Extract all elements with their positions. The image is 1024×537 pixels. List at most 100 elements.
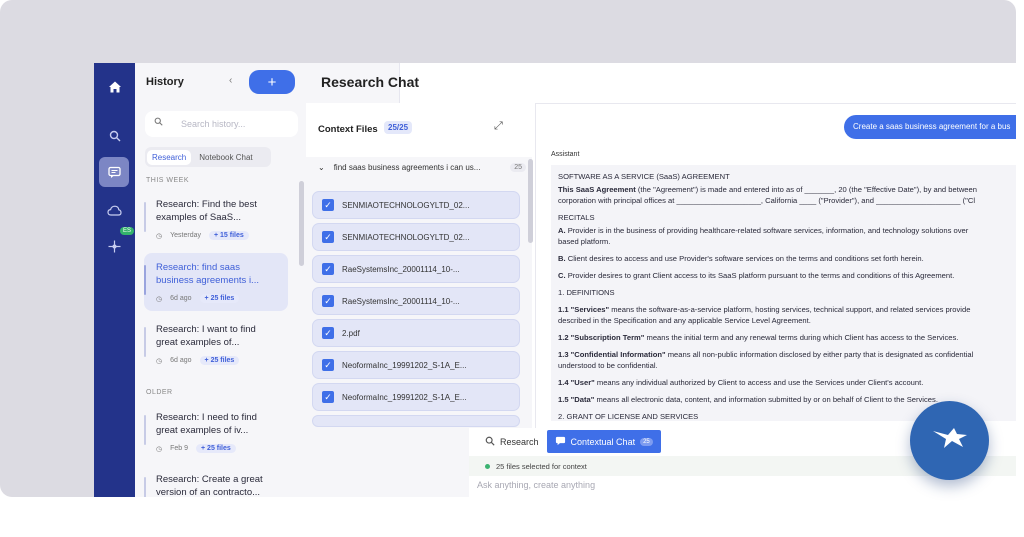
context-files-title: Context Files bbox=[318, 124, 378, 135]
history-item[interactable]: Research: Create a great version of an c… bbox=[144, 465, 288, 497]
doc-def-2: 1.2 "Subscription Term" means the initia… bbox=[558, 333, 959, 342]
history-item-indicator bbox=[144, 265, 146, 295]
history-item-title: Research: I want to find great examples … bbox=[156, 324, 256, 348]
selection-info-text: 25 files selected for context bbox=[496, 462, 587, 471]
doc-def-1: 1.1 "Services" means the software-as-a-s… bbox=[558, 305, 971, 314]
checkbox-checked-icon[interactable]: ✓ bbox=[322, 295, 334, 307]
clock-icon: ◷ bbox=[156, 232, 163, 240]
clock-icon: ◷ bbox=[156, 295, 163, 303]
checkbox-checked-icon[interactable]: ✓ bbox=[322, 231, 334, 243]
clock-icon: ◷ bbox=[156, 357, 163, 365]
doc-def-4: 1.4 "User" means any individual authoriz… bbox=[558, 378, 924, 387]
doc-recital-b: B. Client desires to access and use Prov… bbox=[558, 254, 924, 263]
checkbox-checked-icon[interactable]: ✓ bbox=[322, 199, 334, 211]
checkbox-checked-icon[interactable]: ✓ bbox=[322, 263, 334, 275]
doc-def-3b: understood to be confidential. bbox=[558, 361, 658, 370]
context-file-item-partial[interactable] bbox=[312, 415, 520, 427]
file-name: RaeSystemsInc_20001114_10-... bbox=[342, 296, 460, 306]
history-item-title: Research: find saas business agreements … bbox=[156, 262, 259, 286]
history-item[interactable]: Research: I want to find great examples … bbox=[144, 315, 288, 373]
history-search bbox=[145, 111, 298, 137]
chat-icon[interactable] bbox=[99, 157, 129, 187]
context-file-item[interactable]: ✓ SENMIAOTECHNOLOGYLTD_02... bbox=[312, 191, 520, 219]
bird-logo-icon bbox=[930, 423, 970, 458]
expand-icon[interactable]: ⤢ bbox=[494, 120, 503, 133]
floating-assistant-button[interactable] bbox=[910, 401, 989, 480]
doc-intro-line2: corporation with principal offices at __… bbox=[558, 196, 976, 205]
context-file-item[interactable]: ✓ RaeSystemsInc_20001114_10-... bbox=[312, 255, 520, 283]
collapse-chevron-icon[interactable]: ‹ bbox=[229, 75, 232, 86]
file-name: SENMIAOTECHNOLOGYLTD_02... bbox=[342, 232, 470, 242]
search-icon bbox=[154, 117, 163, 129]
history-title: History bbox=[146, 76, 184, 88]
assistant-label: Assistant bbox=[551, 151, 580, 158]
history-item-date: Yesterday bbox=[170, 232, 201, 239]
icon-rail: ES bbox=[94, 63, 135, 497]
doc-def-1b: described in the Specification and any a… bbox=[558, 316, 811, 325]
search-icon[interactable] bbox=[102, 123, 127, 148]
rail-badge: ES bbox=[120, 227, 135, 235]
doc-recital-a2: based platform. bbox=[558, 237, 611, 246]
tab-research-mode[interactable]: Research bbox=[477, 430, 547, 453]
crosshair-icon[interactable] bbox=[102, 234, 127, 259]
research-icon bbox=[485, 436, 495, 448]
history-item-indicator bbox=[144, 415, 146, 445]
history-item-indicator bbox=[144, 202, 146, 232]
context-file-item[interactable]: ✓ 2.pdf bbox=[312, 319, 520, 347]
tab-research[interactable]: Research bbox=[147, 149, 192, 165]
history-item[interactable]: Research: Find the best examples of SaaS… bbox=[144, 190, 288, 248]
file-group-label: find saas business agreements i can us..… bbox=[333, 163, 481, 172]
context-file-item[interactable]: ✓ NeoformaInc_19991202_S-1A_E... bbox=[312, 351, 520, 379]
file-name: SENMIAOTECHNOLOGYLTD_02... bbox=[342, 200, 470, 210]
new-chat-button[interactable]: + bbox=[249, 70, 295, 94]
file-group-count: 25 bbox=[510, 163, 526, 172]
tab-contextual-chat-label: Contextual Chat bbox=[570, 436, 636, 447]
tab-notebook-chat[interactable]: Notebook Chat bbox=[194, 150, 257, 165]
assistant-response: SOFTWARE AS A SERVICE (SaaS) AGREEMENT T… bbox=[551, 165, 1016, 421]
context-file-item[interactable]: ✓ SENMIAOTECHNOLOGYLTD_02... bbox=[312, 223, 520, 251]
home-icon[interactable] bbox=[102, 74, 127, 99]
history-item-files: + 25 files bbox=[199, 356, 240, 365]
checkbox-checked-icon[interactable]: ✓ bbox=[322, 391, 334, 403]
history-item-indicator bbox=[144, 327, 146, 357]
history-item-files: + 15 files bbox=[208, 231, 249, 240]
section-label-older: OLDER bbox=[146, 389, 173, 396]
cloud-icon[interactable] bbox=[102, 198, 127, 223]
file-name: RaeSystemsInc_20001114_10-... bbox=[342, 264, 460, 274]
app-window: ES History ‹ + Research Notebook Chat TH… bbox=[94, 63, 1016, 497]
clock-icon: ◷ bbox=[156, 445, 163, 453]
doc-def-3: 1.3 "Confidential Information" means all… bbox=[558, 350, 974, 359]
doc-recitals: RECITALS bbox=[558, 213, 595, 222]
history-item-files: + 25 files bbox=[196, 444, 236, 453]
history-item-date: 6d ago bbox=[170, 295, 192, 302]
doc-recital-c: C. Provider desires to grant Client acce… bbox=[558, 271, 955, 280]
checkbox-checked-icon[interactable]: ✓ bbox=[322, 327, 334, 339]
user-message: Create a saas business agreement for a b… bbox=[844, 115, 1016, 139]
chat-input[interactable] bbox=[477, 480, 1007, 496]
file-group-header[interactable]: ⌄ find saas business agreements i can us… bbox=[318, 163, 526, 172]
selection-info: 25 files selected for context bbox=[485, 462, 587, 471]
chevron-down-icon: ⌄ bbox=[318, 163, 325, 172]
doc-heading: SOFTWARE AS A SERVICE (SaaS) AGREEMENT bbox=[558, 172, 730, 181]
history-search-input[interactable] bbox=[181, 116, 291, 132]
history-item-files: + 25 files bbox=[199, 294, 240, 303]
context-file-item[interactable]: ✓ RaeSystemsInc_20001114_10-... bbox=[312, 287, 520, 315]
context-files-count: 25/25 bbox=[384, 121, 413, 134]
history-scrollbar[interactable] bbox=[299, 181, 304, 266]
chat-bubble-icon bbox=[555, 436, 566, 448]
history-item-date: Feb 9 bbox=[170, 445, 189, 452]
checkbox-checked-icon[interactable]: ✓ bbox=[322, 359, 334, 371]
history-item-indicator bbox=[144, 477, 146, 497]
file-name: 2.pdf bbox=[342, 328, 360, 338]
tab-contextual-chat[interactable]: Contextual Chat 25 bbox=[546, 430, 661, 453]
history-item-title: Research: I need to find great examples … bbox=[156, 412, 257, 436]
history-item-active[interactable]: Research: find saas business agreements … bbox=[144, 253, 288, 311]
history-filter-tabs: Research Notebook Chat bbox=[145, 147, 271, 167]
context-file-item[interactable]: ✓ NeoformaInc_19991202_S-1A_E... bbox=[312, 383, 520, 411]
history-item[interactable]: Research: I need to find great examples … bbox=[144, 403, 288, 461]
file-name: NeoformaInc_19991202_S-1A_E... bbox=[342, 392, 467, 402]
context-scrollbar[interactable] bbox=[528, 159, 533, 243]
doc-recital-a: A. Provider is in the business of provid… bbox=[558, 226, 969, 235]
tab-contextual-chat-count: 25 bbox=[640, 437, 653, 446]
status-dot-icon bbox=[485, 464, 490, 469]
